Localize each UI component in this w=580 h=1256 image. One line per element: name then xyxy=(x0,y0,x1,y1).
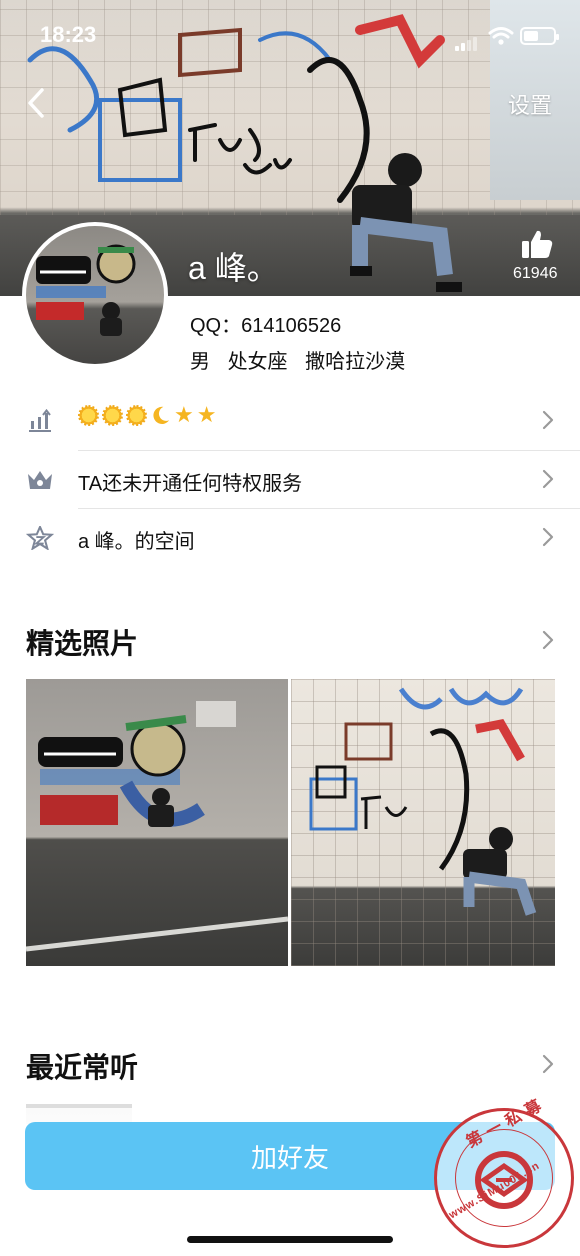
chevron-right-icon xyxy=(542,527,554,547)
settings-button[interactable]: 设置 xyxy=(508,88,552,120)
battery-icon xyxy=(520,27,559,45)
gender: 男 xyxy=(190,351,210,373)
sun-icon xyxy=(78,404,99,426)
qq-number: QQ：614106526 xyxy=(190,315,342,337)
status-bar: 18:23 xyxy=(0,0,580,70)
avatar[interactable] xyxy=(22,222,168,368)
location: 撒哈拉沙漠 xyxy=(305,351,406,373)
privilege-text: TA还未开通任何特权服务 xyxy=(78,473,303,495)
home-indicator xyxy=(187,1236,393,1243)
level-badges: ★ ★ xyxy=(78,404,216,426)
status-time: 18:23 xyxy=(40,22,97,47)
crown-icon xyxy=(28,471,52,489)
recent-music-title[interactable]: 最近常听 xyxy=(26,1046,138,1086)
photo-image xyxy=(26,701,288,952)
avatar-image xyxy=(36,244,136,336)
chevron-right-icon[interactable] xyxy=(542,630,554,650)
thumbs-up-icon[interactable] xyxy=(520,228,554,260)
featured-photos-title[interactable]: 精选照片 xyxy=(26,622,138,662)
signal-icon xyxy=(455,33,479,51)
zodiac: 处女座 xyxy=(227,351,288,373)
level-row[interactable]: ★ ★ xyxy=(0,392,580,450)
level-up-icon xyxy=(29,409,51,432)
like-count: 61946 xyxy=(513,265,558,282)
sun-icon xyxy=(126,404,147,426)
star-space-icon xyxy=(26,526,54,550)
wifi-icon xyxy=(488,27,514,45)
chevron-right-icon xyxy=(542,469,554,489)
featured-photo[interactable] xyxy=(26,679,288,966)
profile-meta: 男 处女座 撒哈拉沙漠 xyxy=(190,345,417,374)
privilege-row[interactable]: TA还未开通任何特权服务 xyxy=(0,451,580,509)
qzone-row[interactable]: a 峰。的空间 xyxy=(0,509,580,567)
nickname: a 峰。 xyxy=(188,250,279,286)
featured-photo[interactable] xyxy=(291,679,555,966)
chevron-right-icon xyxy=(542,410,554,430)
back-arrow-icon[interactable] xyxy=(22,86,50,120)
profile-page: 18:23 设置 a 峰。 61946 QQ：614106526 男 处女座 撒… xyxy=(0,0,580,1256)
chevron-right-icon[interactable] xyxy=(542,1054,554,1074)
qzone-text: a 峰。的空间 xyxy=(78,531,195,553)
sun-icon xyxy=(102,404,123,426)
watermark-seal: 第一私募 www.SiMu001.cn xyxy=(434,1095,574,1248)
star-icon: ★ xyxy=(174,402,194,427)
photo-image xyxy=(309,687,537,916)
star-icon: ★ xyxy=(196,402,217,427)
moon-icon xyxy=(153,406,170,424)
